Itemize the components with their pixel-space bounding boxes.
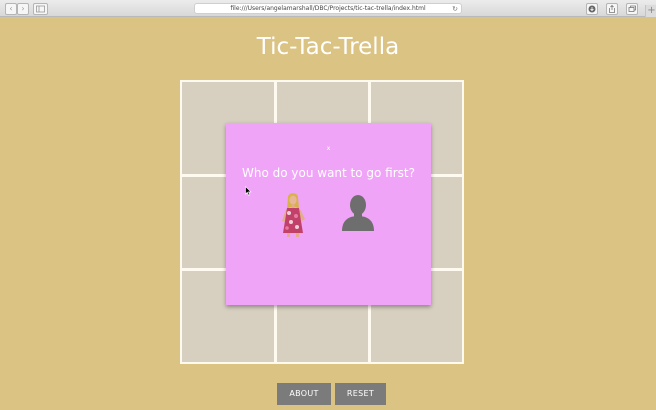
address-bar[interactable]: file:///Users/angelamarshall/DBC/Project… [194, 3, 462, 14]
chevron-right-icon[interactable]: › [17, 3, 29, 15]
player-silhouette-choice[interactable] [338, 193, 378, 233]
plus-icon[interactable]: + [645, 5, 656, 17]
browser-toolbar: ‹ › file:///Users/angelamarshall/DBC/Pro… [0, 0, 656, 17]
about-button[interactable]: ABOUT [277, 383, 331, 405]
mouse-cursor-icon [245, 186, 252, 196]
person-silhouette-icon [342, 195, 374, 231]
person-photo [282, 193, 305, 237]
sidebar-icon[interactable] [33, 3, 48, 15]
download-icon[interactable] [586, 3, 598, 15]
modal-close-button[interactable]: x [226, 145, 431, 153]
url-text: file:///Users/angelamarshall/DBC/Project… [230, 5, 426, 12]
share-icon[interactable] [606, 3, 618, 15]
reload-icon[interactable]: ↻ [452, 4, 458, 14]
reset-button[interactable]: RESET [335, 383, 386, 405]
modal-question: Who do you want to go first? [241, 166, 415, 180]
page-title: Tic-Tac-Trella [256, 34, 400, 60]
chevron-left-icon[interactable]: ‹ [5, 3, 17, 15]
tabs-icon[interactable] [626, 3, 638, 15]
trella-avatar-choice[interactable] [276, 191, 310, 237]
first-player-modal: x Who do you want to go first? [226, 123, 431, 305]
